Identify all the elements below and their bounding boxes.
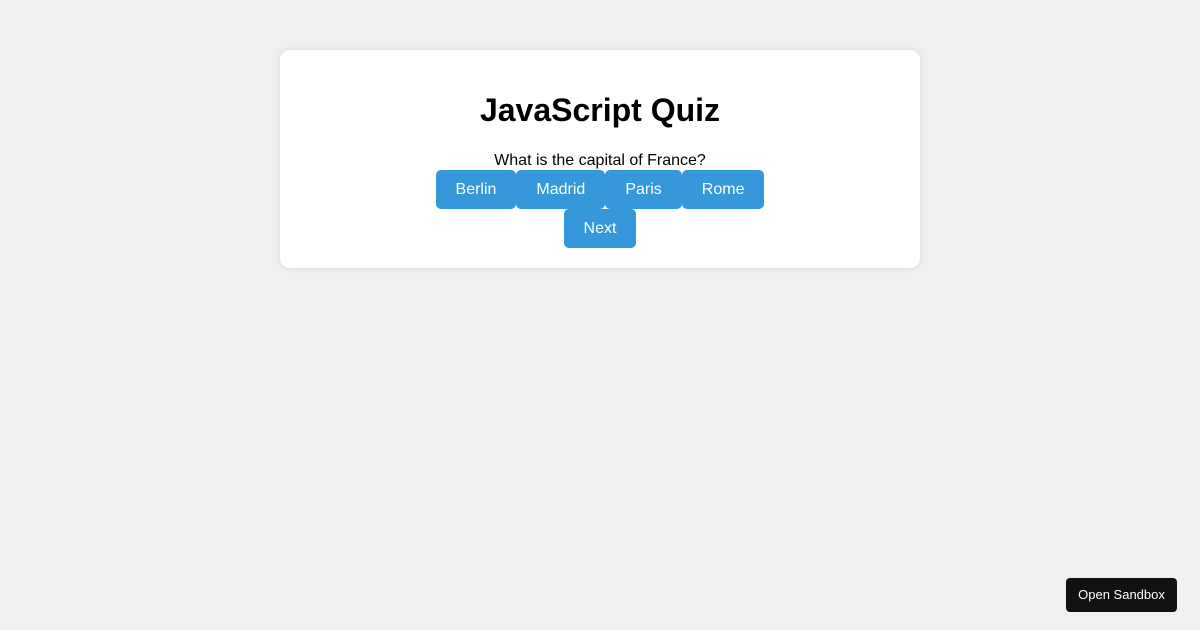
answer-option-paris[interactable]: Paris <box>605 170 682 209</box>
answer-option-madrid[interactable]: Madrid <box>516 170 606 209</box>
quiz-card: JavaScript Quiz What is the capital of F… <box>280 50 920 268</box>
answer-options: Berlin Madrid Paris Rome <box>280 170 920 209</box>
next-button[interactable]: Next <box>563 209 637 248</box>
answer-option-berlin[interactable]: Berlin <box>435 170 517 209</box>
answer-option-rome[interactable]: Rome <box>681 170 765 209</box>
question-text: What is the capital of France? <box>494 152 706 169</box>
next-row: Next <box>280 209 920 248</box>
open-sandbox-button[interactable]: Open Sandbox <box>1066 578 1177 612</box>
quiz-title: JavaScript Quiz <box>479 92 721 128</box>
